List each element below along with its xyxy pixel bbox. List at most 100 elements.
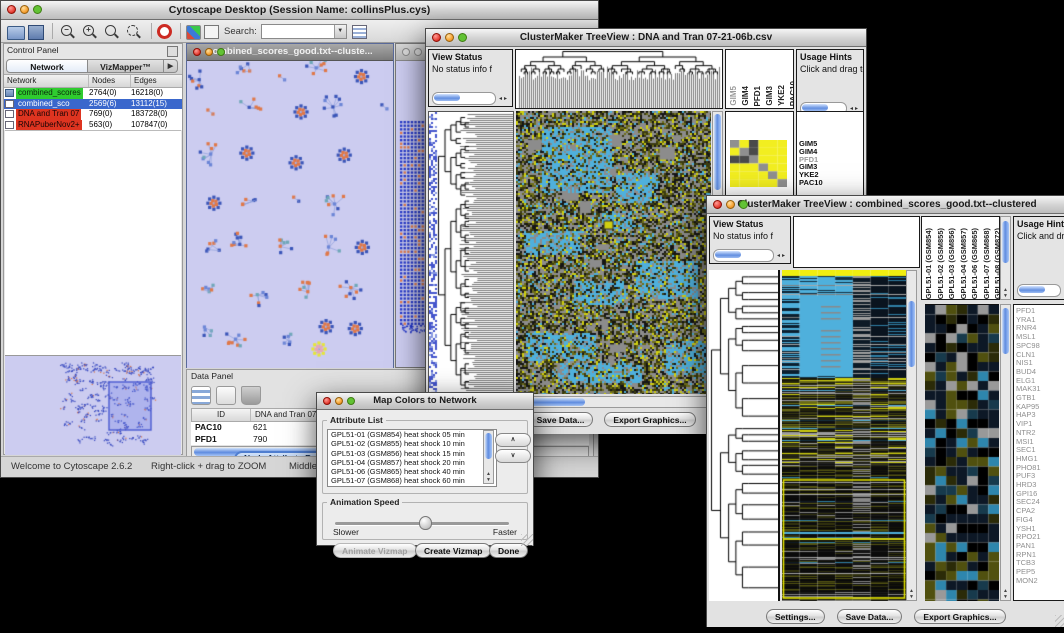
scrollbar-thumb[interactable]: [908, 301, 915, 367]
scrollbar-thumb[interactable]: [1002, 221, 1009, 263]
scrollbar-thumb[interactable]: [1002, 308, 1009, 354]
zoom-in-icon[interactable]: +: [80, 23, 99, 40]
help-lifesaver-icon[interactable]: [157, 24, 172, 39]
close-button[interactable]: [193, 48, 201, 56]
column-label[interactable]: PFD1: [753, 86, 762, 106]
column-label[interactable]: GPL51-04 (GSM857): [959, 228, 968, 299]
float-panel-icon[interactable]: [167, 46, 178, 57]
column-label[interactable]: GPL51-02 (GSM855): [936, 228, 945, 299]
column-label[interactable]: GIM3: [765, 86, 774, 106]
animate-vizmap-button[interactable]: Animate Vizmap: [333, 543, 417, 558]
tv1-heatmap-canvas[interactable]: [516, 111, 711, 394]
resize-grip[interactable]: [1055, 615, 1064, 627]
col-nodes[interactable]: Nodes: [89, 75, 131, 87]
tv1-mini-heatmap-canvas[interactable]: [730, 140, 787, 187]
attribute-item[interactable]: GPL51-04 (GSM857) heat shock 20 min: [328, 458, 496, 467]
annotation-icon[interactable]: [204, 25, 219, 39]
scrollbar-thumb[interactable]: [714, 114, 721, 190]
tv1-heatmap-panel[interactable]: [516, 111, 711, 394]
close-button[interactable]: [432, 33, 441, 42]
select-attributes-icon[interactable]: [191, 386, 211, 405]
tab-overflow-arrow[interactable]: ▶: [164, 59, 178, 73]
create-vizmap-button[interactable]: Create Vizmap: [415, 543, 491, 558]
attribute-listbox[interactable]: GPL51-01 (GSM854) heat shock 05 minGPL51…: [327, 429, 497, 487]
attribute-item[interactable]: GPL51-01 (GSM854) heat shock 05 min: [328, 430, 496, 439]
column-label[interactable]: PAC10: [789, 81, 794, 106]
dialog-titlebar[interactable]: Map Colors to Network: [317, 393, 533, 410]
zoom-button[interactable]: [33, 5, 42, 14]
treeview-button[interactable]: Export Graphics...: [604, 412, 695, 427]
animation-speed-slider[interactable]: [335, 522, 509, 525]
treeview-button[interactable]: Export Graphics...: [914, 609, 1005, 624]
close-button[interactable]: [7, 5, 16, 14]
column-label[interactable]: GPL51-08 (GSM872): [993, 228, 1000, 299]
main-title-bar[interactable]: Cytoscape Desktop (Session Name: collins…: [1, 1, 598, 20]
search-input[interactable]: ▼: [261, 24, 347, 39]
zoom-button[interactable]: [347, 397, 355, 405]
zoom-fit-icon[interactable]: [102, 23, 121, 40]
tv1-heatmap-hscrollbar[interactable]: [516, 396, 723, 408]
minimize-button[interactable]: [205, 48, 213, 56]
tv2-zoom-heatmap-canvas[interactable]: [925, 305, 999, 601]
resize-grip[interactable]: [521, 534, 533, 546]
gene-label[interactable]: MON2: [1014, 577, 1064, 586]
attribute-item[interactable]: GPL51-06 (GSM865) heat shock 40 min: [328, 467, 496, 476]
slider-thumb[interactable]: [419, 516, 432, 530]
zoom-button[interactable]: [458, 33, 467, 42]
column-dendrogram-panel[interactable]: [515, 49, 723, 109]
minimize-button[interactable]: [20, 5, 29, 14]
move-up-button[interactable]: ∧: [495, 433, 531, 447]
treeview-button[interactable]: Save Data...: [528, 412, 594, 427]
zoom-out-icon[interactable]: −: [58, 23, 77, 40]
treeview2-titlebar[interactable]: ClusterMaker TreeView : combined_scores_…: [707, 196, 1064, 214]
attribute-list-scrollbar[interactable]: ▲▼: [483, 430, 494, 484]
column-label[interactable]: YKE2: [777, 85, 786, 106]
network-overview-canvas[interactable]: [5, 356, 181, 454]
minimize-button[interactable]: [445, 33, 454, 42]
open-file-icon[interactable]: [7, 26, 25, 40]
column-label[interactable]: GPL51-07 (GSM868): [982, 228, 991, 299]
save-icon[interactable]: [28, 25, 44, 40]
minimize-button[interactable]: [335, 397, 343, 405]
tv2-heatmap-panel[interactable]: [782, 270, 906, 601]
view-status-scrollbar[interactable]: ◂▸: [432, 92, 509, 104]
column-label[interactable]: GPL51-01 (GSM854): [924, 228, 933, 299]
minimize-button[interactable]: [726, 200, 735, 209]
tv1-row-dendrogram-canvas[interactable]: [429, 112, 513, 393]
tv2-labels-scrollbar[interactable]: ▲▼: [1000, 216, 1011, 300]
zoom-button[interactable]: [217, 48, 225, 56]
tab-network[interactable]: Network: [6, 59, 88, 73]
tv2-zoom-heatmap-panel[interactable]: [925, 304, 999, 601]
tv2-heatmap-vscrollbar[interactable]: ▲▼: [906, 270, 917, 601]
column-label[interactable]: GIM5: [729, 86, 738, 106]
close-button[interactable]: [402, 48, 410, 56]
import-table-icon[interactable]: [352, 25, 367, 39]
network-overview-panel[interactable]: [5, 355, 181, 455]
search-dropdown-arrow[interactable]: ▼: [334, 25, 346, 38]
tv2-zoom-vscrollbar[interactable]: ▲▼: [1000, 304, 1011, 601]
zoom-selected-icon[interactable]: [124, 23, 143, 40]
tab-vizmapper[interactable]: VizMapper™: [88, 59, 164, 73]
column-label[interactable]: GPL51-06 (GSM865): [970, 228, 979, 299]
move-down-button[interactable]: ∨: [495, 449, 531, 463]
attribute-item[interactable]: GPL51-03 (GSM856) heat shock 15 min: [328, 449, 496, 458]
treeview-button[interactable]: Settings...: [766, 609, 825, 624]
tv2-row-dendrogram-panel[interactable]: [709, 270, 780, 601]
network-row[interactable]: DNA and Tran 07 769(0) 183728(0): [4, 109, 182, 120]
vizmap-icon[interactable]: [186, 25, 201, 40]
network-row[interactable]: RNAPuberNov2+ 563(0) 107847(0): [4, 120, 182, 131]
column-label[interactable]: GPL51-03 (GSM856): [947, 228, 956, 299]
new-attribute-icon[interactable]: [216, 386, 236, 405]
scrollbar-thumb[interactable]: [485, 433, 492, 459]
close-button[interactable]: [713, 200, 722, 209]
row-dendrogram-panel[interactable]: [428, 111, 514, 394]
delete-attribute-icon[interactable]: [241, 386, 261, 405]
network-row[interactable]: combined_scores 2764(0) 16218(0): [4, 88, 182, 99]
network-row[interactable]: combined_sco 2569(6) 13112(15): [4, 99, 182, 110]
col-id[interactable]: ID: [192, 409, 251, 421]
attribute-item[interactable]: GPL51-02 (GSM855) heat shock 10 min: [328, 439, 496, 448]
gene-label[interactable]: PAC10: [797, 179, 863, 187]
tv1-column-dendrogram-canvas[interactable]: [516, 50, 722, 108]
treeview-button[interactable]: Save Data...: [837, 609, 903, 624]
close-button[interactable]: [323, 397, 331, 405]
